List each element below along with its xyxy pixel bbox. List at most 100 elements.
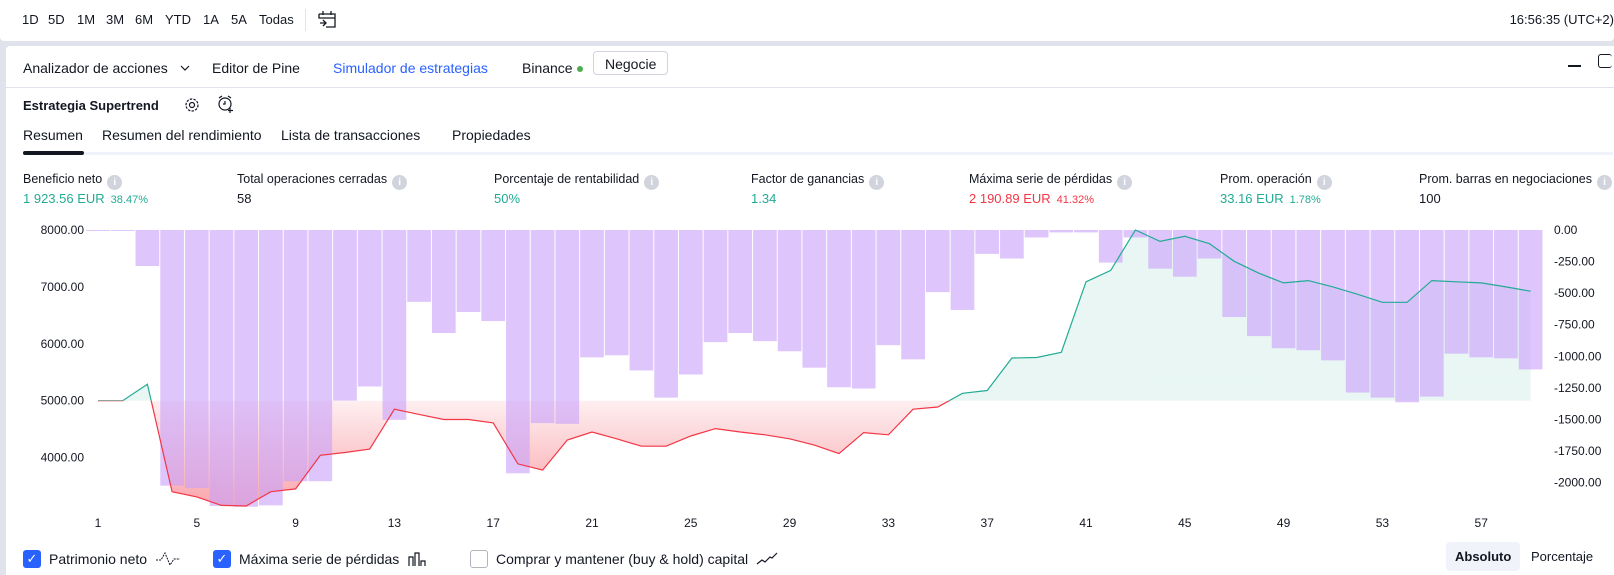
- drawdown-bar: [678, 230, 703, 375]
- left-axis-tick: 8000.00: [41, 223, 85, 237]
- drawdown-bar: [1345, 230, 1370, 393]
- right-axis-tick: -250.00: [1554, 255, 1595, 269]
- drawdown-bar: [802, 230, 827, 368]
- drawdown-bar: [1247, 230, 1271, 337]
- drawdown-checkbox[interactable]: ✓: [213, 550, 231, 568]
- right-axis-tick: -2000.00: [1554, 476, 1602, 490]
- legend-equity[interactable]: ✓ Patrimonio neto: [23, 550, 181, 568]
- drawdown-bar: [1518, 230, 1543, 370]
- drawdown-bar: [555, 230, 580, 424]
- equity-line-icon: [156, 551, 181, 567]
- top-toolbar: 1D 5D 1M 3M 6M YTD 1A 5A Todas 16:56:35 …: [0, 0, 1614, 41]
- drawdown-bar: [1296, 230, 1321, 351]
- strategy-tester-panel: Analizador de acciones Editor de Pine Si…: [6, 46, 1614, 575]
- x-axis-tick: 29: [783, 516, 797, 530]
- x-axis-tick: 17: [487, 516, 501, 530]
- toolbar-divider: [305, 9, 306, 31]
- right-axis-tick: -500.00: [1554, 286, 1595, 300]
- left-axis-tick: 7000.00: [41, 280, 85, 294]
- timeframe-5a[interactable]: 5A: [231, 12, 247, 27]
- drawdown-bar: [1271, 230, 1296, 349]
- equity-drawdown-chart[interactable]: 8000.00 7000.00 6000.00 5000.00 4000.00 0.00 -…: [6, 46, 1614, 546]
- percentage-toggle[interactable]: Porcentaje: [1531, 549, 1593, 564]
- right-axis-tick: -1750.00: [1554, 444, 1602, 458]
- x-axis-tick: 5: [193, 516, 200, 530]
- legend-drawdown-label: Máxima serie de pérdidas: [239, 551, 400, 567]
- drawdown-bar: [1395, 230, 1419, 403]
- x-axis-tick: 25: [684, 516, 698, 530]
- drawdown-bar: [629, 230, 654, 371]
- calendar-goto-icon[interactable]: [317, 9, 337, 29]
- absolute-toggle[interactable]: Absoluto: [1446, 542, 1521, 571]
- drawdown-bar: [160, 230, 184, 486]
- right-axis-tick: -1250.00: [1554, 381, 1602, 395]
- x-axis-tick: 57: [1475, 516, 1489, 530]
- right-axis-tick: -1500.00: [1554, 412, 1602, 426]
- drawdown-bar: [1419, 230, 1444, 397]
- left-axis-tick: 6000.00: [41, 337, 85, 351]
- drawdown-bar: [1444, 230, 1469, 354]
- drawdown-bar: [1172, 230, 1197, 277]
- legend-drawdown[interactable]: ✓ Máxima serie de pérdidas: [213, 550, 429, 568]
- drawdown-bar: [777, 230, 802, 352]
- x-axis-tick: 1: [95, 516, 102, 530]
- drawdown-bar: [1321, 230, 1345, 361]
- drawdown-bar: [382, 230, 407, 420]
- drawdown-bar: [481, 230, 506, 322]
- drawdown-bar: [1469, 230, 1494, 358]
- drawdown-bar: [431, 230, 456, 334]
- drawdown-bar: [901, 230, 925, 360]
- x-axis-tick: 53: [1376, 516, 1390, 530]
- drawdown-bar: [506, 230, 530, 474]
- timeframe-6m[interactable]: 6M: [135, 12, 153, 27]
- clock[interactable]: 16:56:35 (UTC+2): [1510, 12, 1614, 27]
- drawdown-bar: [110, 230, 135, 231]
- drawdown-bar: [1494, 230, 1518, 359]
- drawdown-bar: [407, 230, 431, 302]
- x-axis-tick: 9: [292, 516, 299, 530]
- x-axis-tick: 13: [388, 516, 402, 530]
- drawdown-bar: [1222, 230, 1247, 318]
- drawdown-bar: [209, 230, 234, 506]
- drawdown-bar: [950, 230, 975, 310]
- legend-equity-label: Patrimonio neto: [49, 551, 148, 567]
- drawdown-bar: [259, 230, 283, 506]
- legend-buy-hold[interactable]: Comprar y mantener (buy & hold) capital: [470, 550, 778, 568]
- drawdown-bar: [975, 230, 1000, 254]
- drawdown-bar: [728, 230, 753, 334]
- timeframe-5d[interactable]: 5D: [48, 12, 65, 27]
- x-axis-tick: 41: [1079, 516, 1093, 530]
- drawdown-bar: [1074, 230, 1098, 233]
- drawdown-bar: [357, 230, 382, 387]
- x-axis-tick: 49: [1277, 516, 1291, 530]
- left-axis-tick: 4000.00: [41, 451, 85, 465]
- timeframe-3m[interactable]: 3M: [106, 12, 124, 27]
- drawdown-bar: [654, 230, 678, 398]
- x-axis-tick: 37: [981, 516, 995, 530]
- drawdown-bar: [283, 230, 308, 482]
- timeframe-1a[interactable]: 1A: [203, 12, 219, 27]
- x-axis-tick: 33: [882, 516, 896, 530]
- timeframe-1d[interactable]: 1D: [22, 12, 39, 27]
- drawdown-bar: [876, 230, 901, 346]
- drawdown-bar: [1148, 230, 1172, 269]
- drawdown-bar: [580, 230, 604, 358]
- left-axis-tick: 5000.00: [41, 394, 85, 408]
- drawdown-bar: [753, 230, 777, 342]
- bars-icon: [408, 552, 426, 566]
- drawdown-bar: [1000, 230, 1024, 259]
- drawdown-bar: [851, 230, 876, 389]
- timeframe-1m[interactable]: 1M: [77, 12, 95, 27]
- drawdown-bar: [925, 230, 950, 293]
- drawdown-bar: [234, 230, 259, 507]
- right-axis-tick: -1000.00: [1554, 349, 1602, 363]
- timeframe-todas[interactable]: Todas: [259, 12, 294, 27]
- drawdown-bar: [135, 230, 160, 266]
- drawdown-bar: [456, 230, 481, 312]
- timeframe-ytd[interactable]: YTD: [165, 12, 191, 27]
- drawdown-bar: [1049, 230, 1074, 233]
- drawdown-bar: [184, 230, 209, 489]
- equity-checkbox[interactable]: ✓: [23, 550, 41, 568]
- buy-hold-checkbox[interactable]: [470, 550, 488, 568]
- drawdown-bar: [827, 230, 851, 388]
